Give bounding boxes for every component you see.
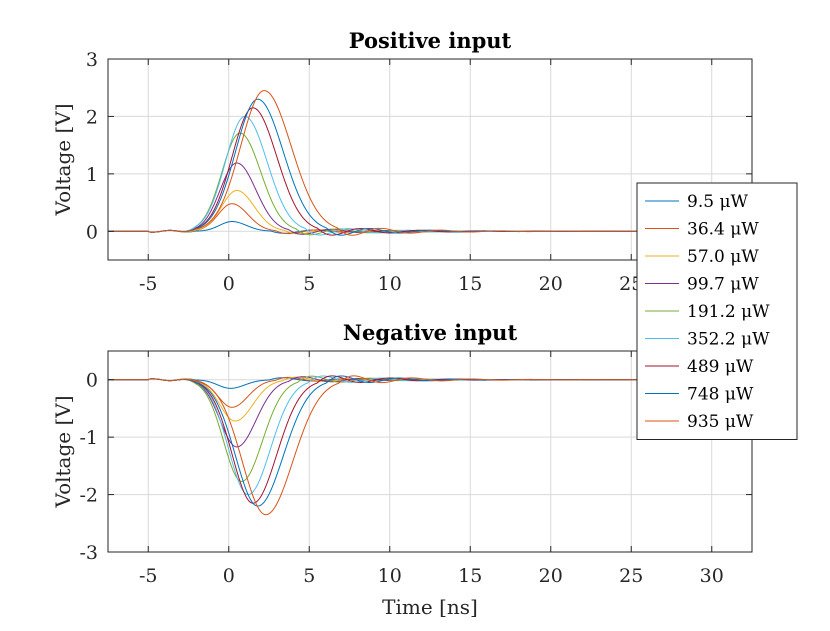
y-tick-label: 3 [86, 49, 98, 71]
legend-entry: 489 μW [687, 357, 754, 377]
y-tick-label: 2 [86, 106, 98, 128]
y-tick-label: 1 [86, 164, 98, 186]
x-tick-label: 20 [539, 565, 563, 587]
x-tick-label: 25 [619, 565, 643, 587]
top-panel-title: Positive input [349, 28, 512, 53]
legend-entry: 9.5 μW [687, 192, 748, 212]
legend: 9.5 μW 36.4 μW 57.0 μW 99.7 μW 191.2 μW 352.2… [636, 182, 798, 440]
legend-entry: 36.4 μW [687, 220, 759, 240]
x-tick-label: 15 [458, 565, 482, 587]
x-axis-label: Time [ns] [382, 595, 478, 619]
x-tick-label: 10 [378, 565, 402, 587]
legend-entry: 935 μW [687, 412, 754, 432]
x-tick-label: 5 [303, 273, 315, 295]
y-tick-label: -1 [79, 427, 98, 449]
legend-entry: 748 μW [687, 385, 754, 405]
figure: Voltage [V] -5 0 5 10 15 20 25 30 0 1 2 3 Positive i… [51, 28, 798, 619]
x-tick-label: 20 [539, 273, 563, 295]
legend-entry: 57.0 μW [687, 247, 759, 267]
x-tick-label: -5 [139, 565, 158, 587]
x-tick-label: -5 [139, 273, 158, 295]
top-y-axis-label: Voltage [V] [51, 103, 75, 216]
bottom-panel-title: Negative input [343, 320, 518, 345]
x-tick-label: 0 [223, 565, 235, 587]
y-tick-label: -2 [79, 485, 98, 507]
legend-entry: 191.2 μW [687, 302, 770, 322]
x-tick-label: 30 [700, 565, 724, 587]
y-tick-label: -3 [79, 542, 98, 564]
legend-entry: 352.2 μW [687, 330, 770, 350]
y-tick-label: 0 [86, 221, 98, 243]
x-tick-label: 0 [223, 273, 235, 295]
legend-entry: 99.7 μW [687, 275, 759, 295]
x-tick-label: 10 [378, 273, 402, 295]
x-tick-label: 15 [458, 273, 482, 295]
x-tick-label: 5 [303, 565, 315, 587]
bottom-y-axis-label: Voltage [V] [51, 395, 75, 508]
y-tick-label: 0 [86, 370, 98, 392]
